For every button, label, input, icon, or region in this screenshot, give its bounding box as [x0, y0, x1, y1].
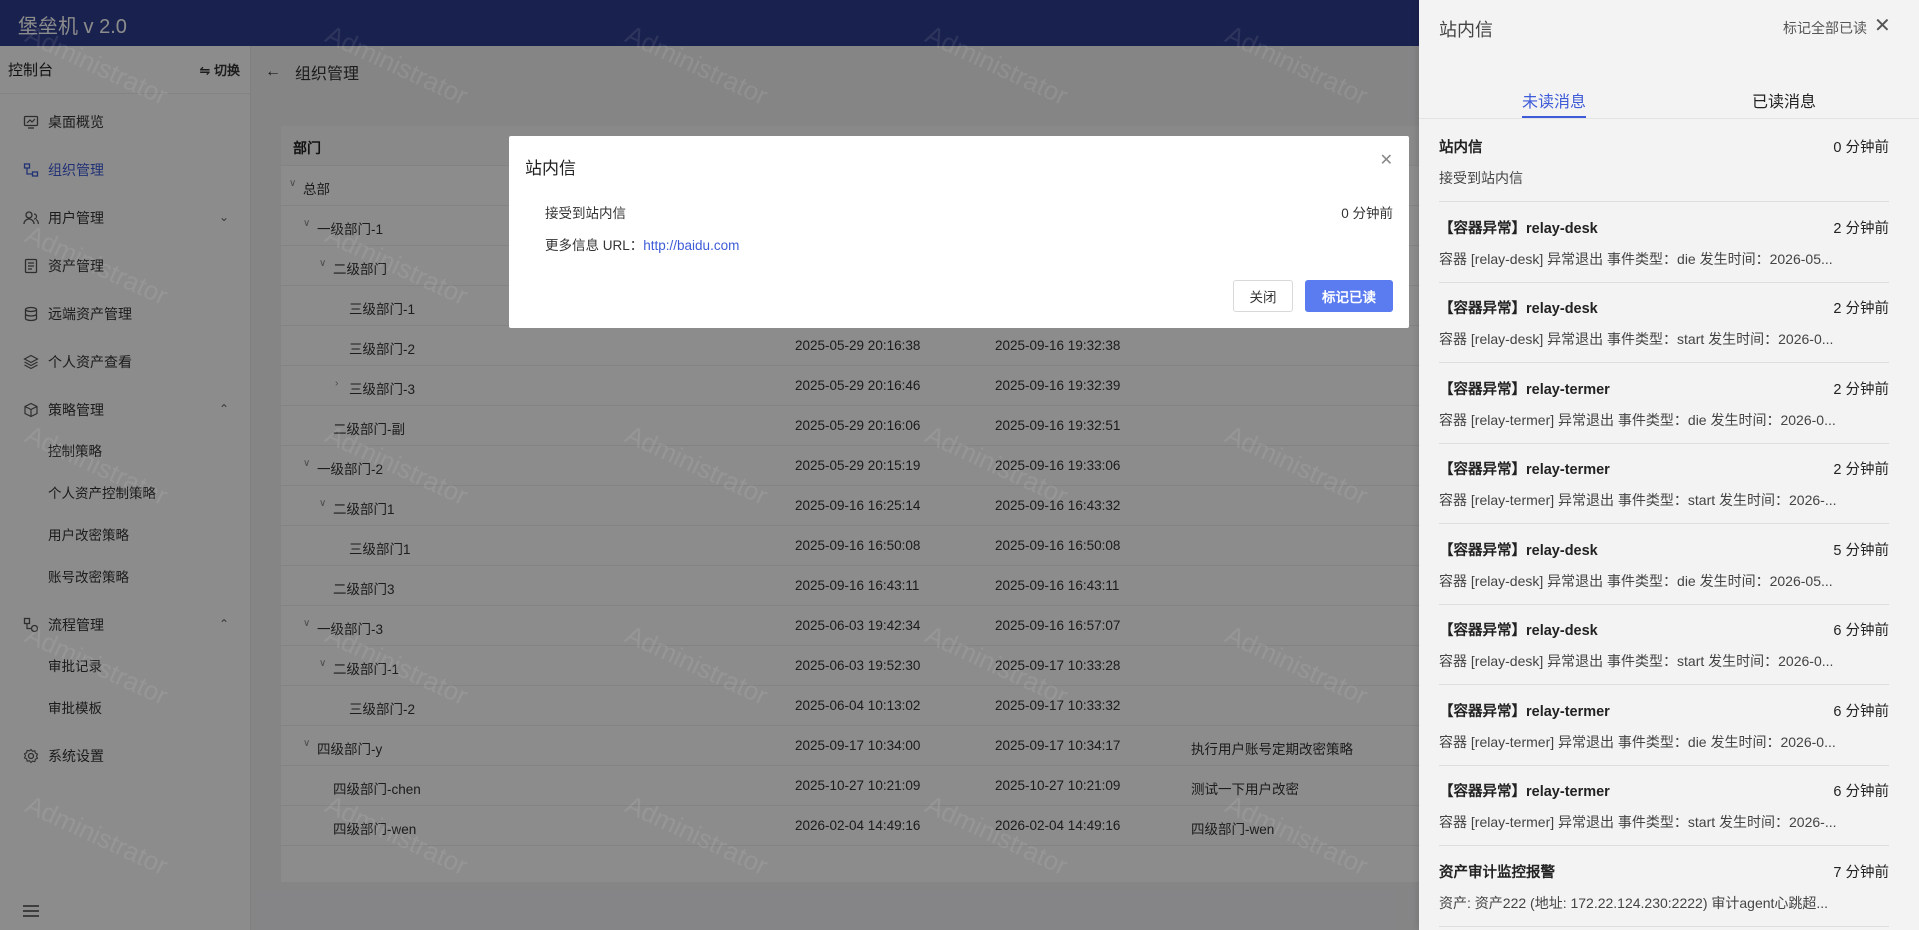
message-item[interactable]: 【容器异常】relay-termer 2 分钟前容器 [relay-termer]…: [1439, 444, 1889, 524]
close-icon[interactable]: ✕: [1874, 13, 1891, 38]
message-item[interactable]: 【容器异常】relay-termer 6 分钟前容器 [relay-termer]…: [1439, 766, 1889, 846]
message-item[interactable]: 【容器异常】relay-desk 2 分钟前 容器 [relay-desk] 异常退…: [1439, 203, 1889, 283]
mark-all-read-button[interactable]: 标记全部已读: [1783, 18, 1867, 38]
message-description: 容器 [relay-termer] 异常退出 事件类型：die 发生时间：202…: [1439, 411, 1836, 428]
message-time: 6 分钟前: [1833, 703, 1889, 720]
modal-url-row: 更多信息 URL：http://baidu.com: [545, 234, 739, 254]
message-time: 2 分钟前: [1833, 381, 1889, 398]
message-item[interactable]: 资产审计监控报警 7 分钟前 资产: 资产222 (地址: 172.22.124.2…: [1439, 847, 1889, 927]
modal-message-time: 0 分钟前: [1341, 206, 1393, 221]
message-description: 资产: 资产222 (地址: 172.22.124.230:2222) 审计ag…: [1439, 894, 1829, 911]
drawer-title: 站内信: [1439, 20, 1493, 40]
message-item[interactable]: 【容器异常】relay-desk 6 分钟前容器 [relay-desk] 异常退…: [1439, 605, 1889, 685]
close-button[interactable]: 关闭: [1233, 280, 1293, 312]
message-time: 2 分钟前: [1833, 220, 1889, 237]
message-title: 【容器异常】relay-desk: [1439, 301, 1598, 317]
modal-title: 站内信: [525, 159, 576, 178]
url-link[interactable]: http://baidu.com: [643, 238, 739, 253]
modal-message-content: 接受到站内信: [545, 206, 626, 221]
tab-active-indicator: [1522, 116, 1586, 118]
message-item[interactable]: 站内信 0 分钟前接受到站内信: [1439, 122, 1889, 202]
message-title: 【容器异常】relay-desk: [1439, 220, 1598, 237]
message-title: 【容器异常】relay-desk: [1439, 542, 1598, 559]
message-description: 容器 [relay-desk] 异常退出 事件类型：die 发生时间：2026-…: [1439, 572, 1833, 589]
message-description: 容器 [relay-desk] 异常退出 事件类型：start 发生时间：202…: [1439, 653, 1834, 669]
message-item[interactable]: 【容器异常】relay-desk 5 分钟前 容器 [relay-desk] 异常退…: [1439, 525, 1889, 605]
message-title: 【容器异常】relay-termer: [1439, 784, 1610, 800]
message-description: 容器 [relay-desk] 异常退出 事件类型：die 发生时间：2026-…: [1439, 250, 1833, 267]
message-title: 【容器异常】relay-termer: [1439, 703, 1610, 720]
message-time: 5 分钟前: [1833, 542, 1889, 559]
tab-divider: [1419, 118, 1919, 119]
message-title: 【容器异常】relay-termer: [1439, 462, 1610, 478]
tab-read[interactable]: 已读消息: [1752, 88, 1816, 112]
message-title: 【容器异常】relay-termer: [1439, 381, 1610, 398]
message-time: 6 分钟前: [1833, 784, 1889, 800]
message-modal: 站内信 ✕ 接受到站内信 0 分钟前 更多信息 URL：http://baidu…: [509, 136, 1409, 328]
message-description: 容器 [relay-desk] 异常退出 事件类型：start 发生时间：202…: [1439, 331, 1834, 347]
message-time: 7 分钟前: [1833, 864, 1889, 881]
message-drawer: 站内信 标记全部已读 ✕ 未读消息 已读消息 站内信 0 分钟前接受到站内信【容器…: [1419, 0, 1919, 930]
close-icon[interactable]: ✕: [1380, 150, 1393, 170]
mark-read-button[interactable]: 标记已读: [1305, 280, 1393, 312]
message-title: 站内信: [1439, 140, 1483, 156]
message-description: 容器 [relay-termer] 异常退出 事件类型：start 发生时间：2…: [1439, 492, 1837, 508]
message-time: 0 分钟前: [1833, 140, 1889, 156]
message-item[interactable]: 【容器异常】relay-desk 2 分钟前容器 [relay-desk] 异常退…: [1439, 283, 1889, 363]
message-time: 6 分钟前: [1833, 623, 1889, 639]
message-item[interactable]: 【容器异常】relay-termer 6 分钟前容器 [relay-termer]…: [1439, 686, 1889, 766]
tab-unread[interactable]: 未读消息: [1522, 88, 1586, 112]
message-title: 资产审计监控报警: [1439, 864, 1555, 881]
message-description: 容器 [relay-termer] 异常退出 事件类型：die 发生时间：202…: [1439, 733, 1836, 750]
message-description: 接受到站内信: [1439, 170, 1523, 186]
message-title: 【容器异常】relay-desk: [1439, 623, 1598, 639]
message-time: 2 分钟前: [1833, 462, 1889, 478]
message-description: 容器 [relay-termer] 异常退出 事件类型：start 发生时间：2…: [1439, 814, 1837, 830]
url-label: 更多信息 URL：: [545, 238, 644, 253]
message-item[interactable]: 【容器异常】relay-termer 2 分钟前容器 [relay-termer]…: [1439, 364, 1889, 444]
message-time: 2 分钟前: [1833, 301, 1889, 317]
